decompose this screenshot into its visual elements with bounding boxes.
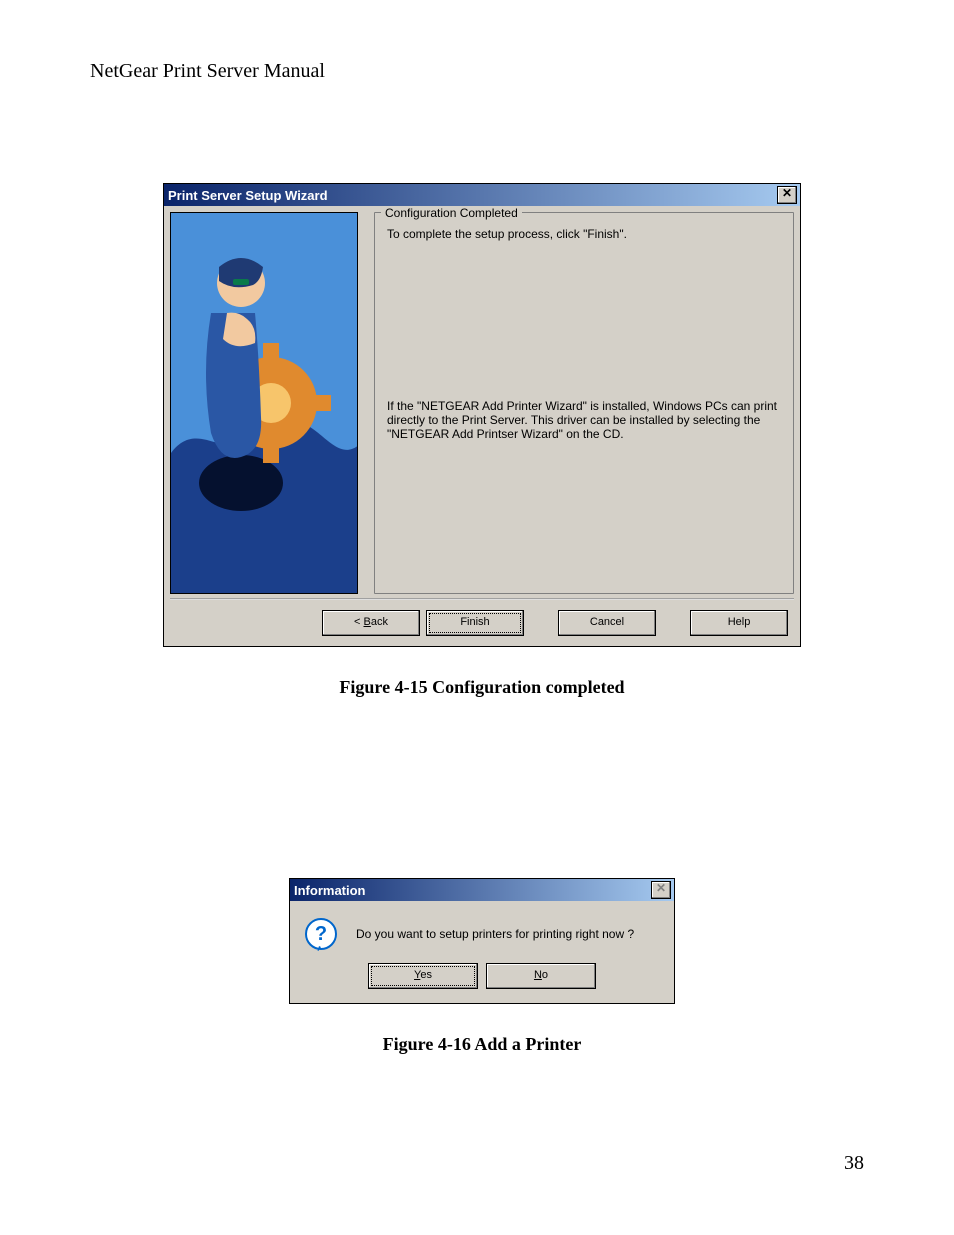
config-completed-group: Configuration Completed To complete the … xyxy=(374,212,794,594)
back-button[interactable]: < Back xyxy=(322,610,420,636)
message-text: Do you want to setup printers for printi… xyxy=(356,927,634,941)
page-number: 38 xyxy=(844,1152,864,1175)
close-icon[interactable]: ✕ xyxy=(777,186,797,204)
finish-button[interactable]: Finish xyxy=(426,610,524,636)
wizard-dialog: Print Server Setup Wizard ✕ xyxy=(163,183,801,647)
instruction-line-2: If the "NETGEAR Add Printer Wizard" is i… xyxy=(387,399,781,441)
figure-caption-1: Figure 4-15 Configuration completed xyxy=(339,677,624,698)
instruction-line-1: To complete the setup process, click "Fi… xyxy=(387,227,781,241)
divider xyxy=(170,598,794,600)
button-row: < Back Finish Cancel Help xyxy=(170,610,794,640)
figure-4-15: Print Server Setup Wizard ✕ xyxy=(90,183,874,698)
dialog-title: Print Server Setup Wizard xyxy=(168,188,328,203)
yes-button[interactable]: Yes xyxy=(368,963,478,989)
close-icon[interactable]: ✕ xyxy=(651,881,671,899)
titlebar: Information ✕ xyxy=(290,879,674,901)
figure-4-16: Information ✕ ? Do you want to setup pri… xyxy=(90,878,874,1055)
wizard-art xyxy=(170,212,358,594)
group-label: Configuration Completed xyxy=(381,206,522,220)
figure-caption-2: Figure 4-16 Add a Printer xyxy=(383,1034,582,1055)
help-button[interactable]: Help xyxy=(690,610,788,636)
no-button[interactable]: No xyxy=(486,963,596,989)
titlebar: Print Server Setup Wizard ✕ xyxy=(164,184,800,206)
question-icon: ? xyxy=(304,917,338,951)
dialog-title: Information xyxy=(294,883,366,898)
info-dialog: Information ✕ ? Do you want to setup pri… xyxy=(289,878,675,1004)
running-head: NetGear Print Server Manual xyxy=(90,60,874,83)
cancel-button[interactable]: Cancel xyxy=(558,610,656,636)
svg-text:?: ? xyxy=(315,923,327,945)
button-row: Yes No xyxy=(290,957,674,1003)
